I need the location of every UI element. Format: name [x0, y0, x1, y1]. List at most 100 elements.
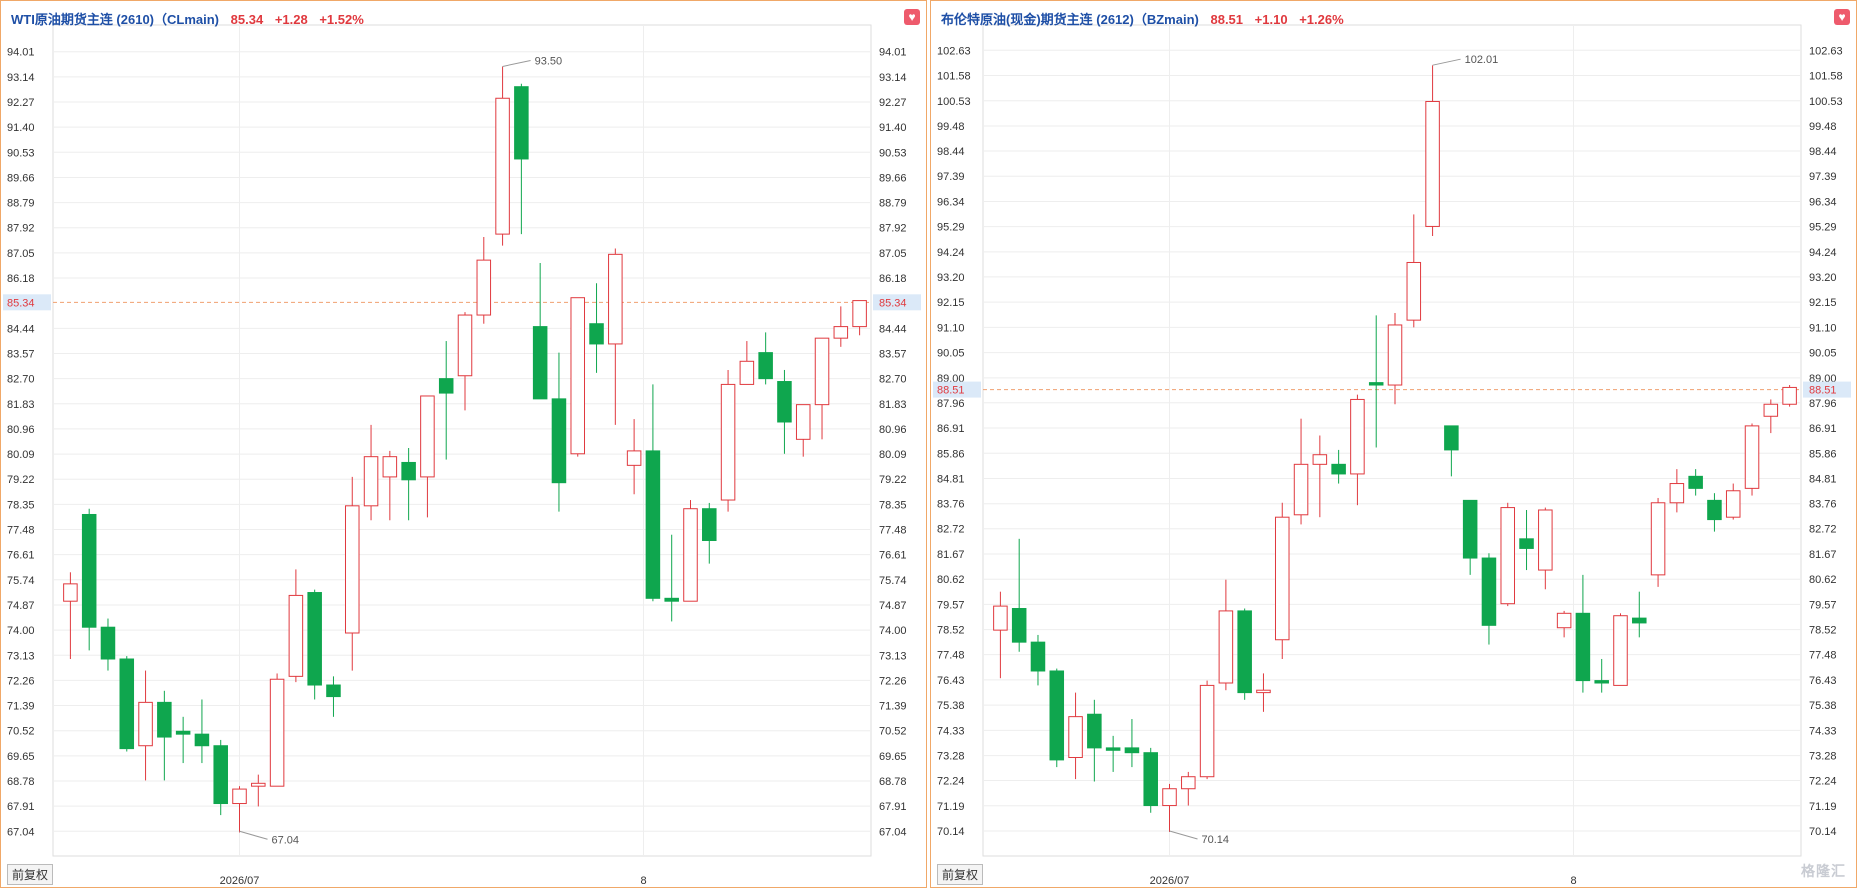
wti-y-tick-left: 91.40	[7, 122, 35, 134]
wti-y-tick-left: 78.35	[7, 499, 35, 511]
brent-candle-body	[1688, 475, 1703, 489]
brent-current-price-label-left: 88.51	[937, 385, 965, 397]
brent-y-tick-right: 76.43	[1809, 675, 1837, 687]
wti-candle-body	[495, 97, 510, 235]
wti-candle-body	[852, 300, 867, 328]
wti-high-label: 93.50	[535, 55, 563, 67]
wti-candle-body	[758, 352, 773, 380]
brent-candle-body	[1049, 670, 1065, 761]
wti-y-tick-left: 67.91	[7, 801, 35, 813]
brent-y-tick-right: 81.67	[1809, 549, 1837, 561]
brent-candle-body	[1011, 608, 1027, 643]
brent-y-tick-right: 102.63	[1809, 45, 1843, 57]
brent-low-label: 70.14	[1202, 834, 1230, 846]
brent-high-leader	[1432, 58, 1461, 66]
brent-y-tick-left: 81.67	[937, 549, 965, 561]
brent-candle-body	[1707, 499, 1722, 521]
brent-change: +1.10	[1254, 12, 1288, 27]
wti-y-tick-left: 94.01	[7, 47, 35, 59]
favorite-heart-icon[interactable]: ♥	[1834, 9, 1850, 25]
wti-candle-body	[194, 733, 210, 747]
brent-y-tick-right: 86.91	[1809, 423, 1837, 435]
brent-low-leader	[1169, 830, 1198, 840]
brent-y-tick-left: 90.05	[937, 348, 965, 360]
brent-plot-frame	[982, 24, 1802, 857]
brent-y-tick-left: 99.48	[937, 121, 965, 133]
wti-candle-body	[63, 583, 78, 602]
wti-candle-body	[232, 788, 247, 805]
brent-y-tick-left: 91.10	[937, 322, 965, 334]
wti-y-tick-right: 76.61	[879, 550, 907, 562]
wti-title[interactable]: WTI原油期货主连 (2610)（CLmain)	[11, 12, 219, 27]
wti-y-tick-left: 76.61	[7, 550, 35, 562]
wti-y-tick-left: 87.92	[7, 223, 35, 235]
wti-y-tick-right: 81.83	[879, 399, 907, 411]
brent-candle-body	[1218, 610, 1234, 684]
brent-candle-body	[1274, 516, 1290, 641]
brent-y-tick-right: 72.24	[1809, 776, 1837, 788]
wti-candle-body	[532, 326, 548, 400]
brent-adjust-button[interactable]: 前复权	[937, 864, 984, 885]
brent-y-tick-right: 96.34	[1809, 196, 1837, 208]
wti-header: WTI原油期货主连 (2610)（CLmain) 85.34 +1.28 +1.…	[11, 9, 364, 28]
brent-y-tick-left: 78.52	[937, 625, 965, 637]
wti-candle-body	[269, 678, 285, 787]
wti-candle-body	[438, 378, 454, 394]
brent-y-tick-right: 75.38	[1809, 700, 1837, 712]
brent-y-tick-right: 85.86	[1809, 448, 1837, 460]
wti-y-tick-left: 83.57	[7, 348, 35, 360]
brent-candle-body	[1387, 324, 1403, 386]
brent-candle-body	[1331, 463, 1346, 475]
wti-y-tick-left: 87.05	[7, 248, 35, 260]
brent-candle-body	[1068, 716, 1083, 758]
wti-y-tick-right: 84.44	[879, 323, 907, 335]
brent-y-tick-right: 78.52	[1809, 625, 1837, 637]
wti-y-tick-right: 80.09	[879, 449, 907, 461]
wti-y-tick-right: 73.13	[879, 650, 907, 662]
wti-y-tick-right: 78.35	[879, 499, 907, 511]
brent-y-tick-left: 80.62	[937, 574, 965, 586]
brent-y-tick-left: 92.15	[937, 297, 965, 309]
wti-adjust-button[interactable]: 前复权	[7, 864, 54, 885]
brent-y-tick-right: 82.72	[1809, 524, 1837, 536]
brent-y-tick-right: 79.57	[1809, 599, 1837, 611]
wti-plot-frame	[52, 24, 872, 857]
wti-x-tick: 2026/07	[220, 875, 260, 887]
wti-y-tick-right: 71.39	[879, 701, 907, 713]
brent-y-tick-left: 77.48	[937, 650, 965, 662]
brent-y-tick-right: 93.20	[1809, 272, 1837, 284]
wti-y-tick-left: 79.22	[7, 474, 35, 486]
wti-percent: +1.52%	[319, 12, 364, 27]
brent-y-tick-right: 71.19	[1809, 801, 1837, 813]
brent-candle-body	[1500, 507, 1516, 605]
brent-price: 88.51	[1210, 12, 1244, 27]
brent-x-tick: 8	[1570, 875, 1576, 887]
brent-candle-body	[1575, 612, 1591, 682]
wti-candle-body	[420, 395, 435, 478]
brent-candle-body	[1782, 386, 1797, 405]
wti-candle-body	[795, 404, 811, 440]
wti-candle-body	[326, 684, 341, 698]
favorite-heart-icon[interactable]: ♥	[904, 9, 920, 25]
brent-y-tick-left: 74.33	[937, 725, 965, 737]
wti-y-tick-right: 94.01	[879, 47, 907, 59]
brent-title[interactable]: 布伦特原油(现金)期货主连 (2612)（BZmain)	[941, 12, 1199, 27]
brent-y-tick-left: 85.86	[937, 448, 965, 460]
brent-y-tick-left: 98.44	[937, 146, 965, 158]
brent-y-tick-left: 101.58	[937, 71, 971, 83]
wti-candle-body	[251, 782, 266, 787]
brent-y-tick-left: 76.43	[937, 675, 965, 687]
brent-y-tick-left: 84.81	[937, 474, 965, 486]
wti-candle-body	[213, 745, 228, 805]
wti-candle-body	[401, 461, 416, 481]
wti-y-tick-right: 87.05	[879, 248, 907, 260]
wti-y-tick-right: 68.78	[879, 776, 907, 788]
wti-y-tick-left: 82.70	[7, 374, 35, 386]
brent-candle-body	[1312, 454, 1328, 465]
brent-y-tick-left: 97.39	[937, 171, 965, 183]
brent-x-tick: 2026/07	[1150, 875, 1190, 887]
wti-current-price-label-left: 85.34	[7, 297, 35, 309]
brent-y-tick-right: 94.24	[1809, 247, 1837, 259]
brent-candle-body	[1725, 490, 1741, 518]
wti-candle-body	[702, 508, 717, 541]
